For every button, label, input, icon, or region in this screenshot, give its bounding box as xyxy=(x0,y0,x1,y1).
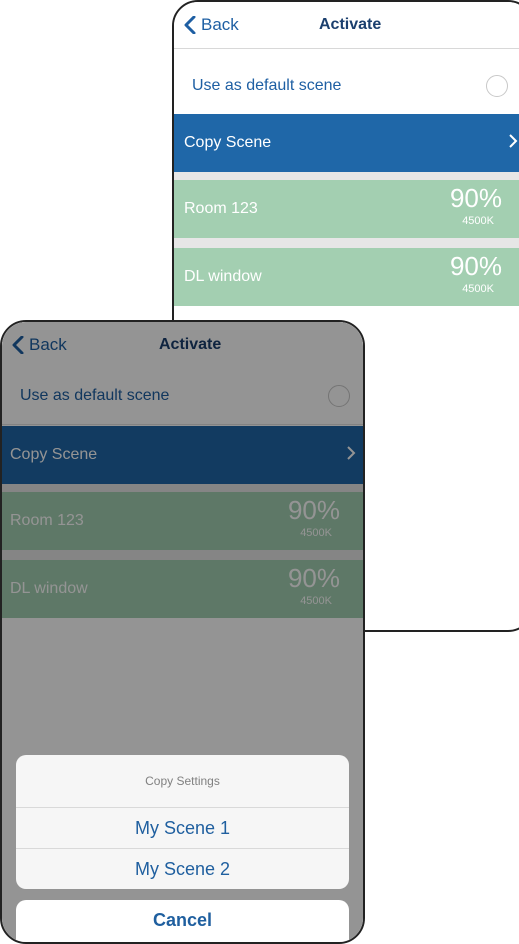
action-sheet-title: Copy Settings xyxy=(16,755,349,808)
page-title: Activate xyxy=(319,16,382,33)
copy-scene-label: Copy Scene xyxy=(184,134,272,151)
room-level: 90% xyxy=(449,251,502,281)
copy-settings-action-sheet: Copy Settings My Scene 1 My Scene 2 xyxy=(16,755,349,889)
room-kelvin: 4500K xyxy=(462,215,494,227)
back-button[interactable]: Back xyxy=(184,2,239,48)
default-scene-row[interactable]: Use as default scene xyxy=(174,58,519,115)
option-my-scene-2[interactable]: My Scene 2 xyxy=(16,849,349,889)
phone-screen-copy-settings: Back Activate Use as default scene Copy … xyxy=(0,320,365,944)
radio-empty-icon[interactable] xyxy=(486,75,508,97)
activate-screen-dimmed: Back Activate Use as default scene Copy … xyxy=(2,322,363,942)
default-scene-label: Use as default scene xyxy=(192,77,342,94)
chevron-right-icon xyxy=(509,134,518,148)
nav-bar: Back Activate xyxy=(174,2,519,49)
room-row-dl-window[interactable]: DL window 90% 4500K xyxy=(174,248,519,306)
room-kelvin: 4500K xyxy=(462,283,494,295)
option-my-scene-1[interactable]: My Scene 1 xyxy=(16,808,349,849)
chevron-left-icon xyxy=(184,16,196,34)
room-level: 90% xyxy=(449,183,502,213)
back-label: Back xyxy=(201,15,239,34)
copy-scene-button[interactable]: Copy Scene xyxy=(174,114,519,172)
room-row-room-123[interactable]: Room 123 90% 4500K xyxy=(174,180,519,238)
room-name: Room 123 xyxy=(184,200,258,217)
room-name: DL window xyxy=(184,268,262,285)
cancel-button[interactable]: Cancel xyxy=(16,900,349,942)
